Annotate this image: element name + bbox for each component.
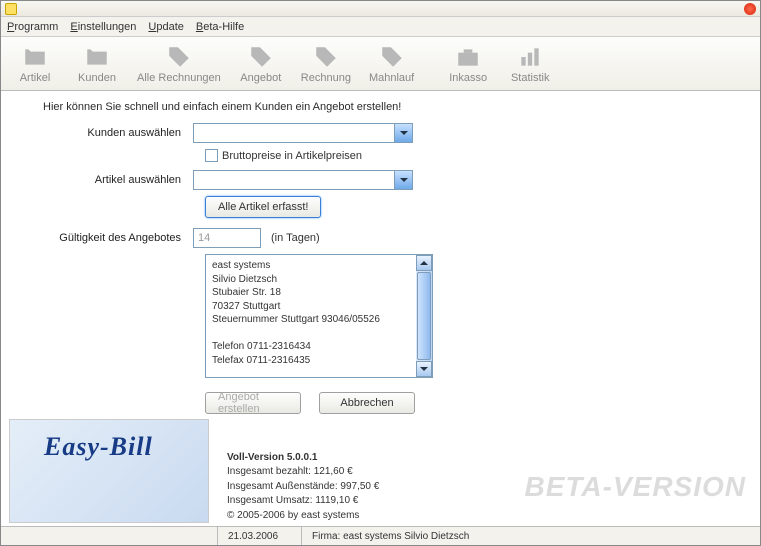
tool-label: Angebot (240, 72, 281, 84)
app-icon (5, 3, 17, 15)
version-outstanding: Insgesamt Außenstände: 997,50 € (227, 480, 379, 495)
scroll-down-icon[interactable] (416, 361, 432, 377)
address-textarea[interactable]: east systems Silvio Dietzsch Stubaier St… (205, 254, 433, 378)
chart-icon (517, 44, 543, 70)
tool-label: Artikel (20, 72, 51, 84)
folder-icon (22, 44, 48, 70)
artikel-label: Artikel auswählen (43, 174, 193, 186)
intro-text: Hier können Sie schnell und einfach eine… (43, 101, 718, 113)
angebot-erstellen-button[interactable]: Angebot erstellen (205, 392, 301, 414)
version-title: Voll-Version 5.0.0.1 (227, 451, 379, 466)
brutto-label: Bruttopreise in Artikelpreisen (222, 150, 362, 162)
menu-update[interactable]: Update (148, 21, 183, 33)
scroll-thumb[interactable] (417, 272, 431, 360)
statusbar: 21.03.2006 Firma: east systems Silvio Di… (1, 526, 760, 545)
gueltigkeit-unit: (in Tagen) (271, 232, 320, 244)
gueltigkeit-label: Gültigkeit des Angebotes (43, 232, 193, 244)
briefcase-icon (455, 44, 481, 70)
close-icon[interactable] (744, 3, 756, 15)
menubar: Programm Einstellungen Update Beta-Hilfe (1, 17, 760, 37)
version-paid: Insgesamt bezahlt: 121,60 € (227, 465, 379, 480)
tool-angebot[interactable]: Angebot (239, 44, 283, 84)
version-revenue: Insgesamt Umsatz: 1119,10 € (227, 494, 379, 509)
scrollbar[interactable] (416, 255, 432, 377)
tag-icon (379, 44, 405, 70)
tool-label: Alle Rechnungen (137, 72, 221, 84)
scroll-up-icon[interactable] (416, 255, 432, 271)
tool-mahnlauf[interactable]: Mahnlauf (369, 44, 414, 84)
menu-hilfe[interactable]: Beta-Hilfe (196, 21, 244, 33)
kunden-combobox[interactable] (193, 123, 413, 143)
status-date: 21.03.2006 (217, 527, 301, 545)
tag-icon (248, 44, 274, 70)
tool-statistik[interactable]: Statistik (508, 44, 552, 84)
titlebar (1, 1, 760, 17)
brutto-checkbox[interactable] (205, 149, 218, 162)
tool-rechnung[interactable]: Rechnung (301, 44, 351, 84)
logo: Easy-Bill (9, 419, 209, 523)
logo-text: Easy-Bill (44, 432, 153, 462)
tool-kunden[interactable]: Kunden (75, 44, 119, 84)
tag-icon (313, 44, 339, 70)
folder-icon (84, 44, 110, 70)
tool-label: Mahnlauf (369, 72, 414, 84)
tool-label: Kunden (78, 72, 116, 84)
tag-icon (166, 44, 192, 70)
tool-label: Rechnung (301, 72, 351, 84)
tool-artikel[interactable]: Artikel (13, 44, 57, 84)
main-content: Hier können Sie schnell und einfach eine… (1, 91, 760, 422)
tool-inkasso[interactable]: Inkasso (446, 44, 490, 84)
kunden-label: Kunden auswählen (43, 127, 193, 139)
chevron-down-icon[interactable] (394, 124, 412, 142)
version-copyright: © 2005-2006 by east systems (227, 509, 379, 524)
gueltigkeit-input[interactable]: 14 (193, 228, 261, 248)
chevron-down-icon[interactable] (394, 171, 412, 189)
beta-watermark: BETA-VERSION (525, 471, 747, 503)
artikel-combobox[interactable] (193, 170, 413, 190)
toolbar: Artikel Kunden Alle Rechnungen Angebot R… (1, 37, 760, 91)
status-firma: Firma: east systems Silvio Dietzsch (301, 527, 760, 545)
address-content: east systems Silvio Dietzsch Stubaier St… (206, 255, 416, 377)
tool-label: Inkasso (449, 72, 487, 84)
alle-artikel-button[interactable]: Alle Artikel erfasst! (205, 196, 321, 218)
tool-label: Statistik (511, 72, 550, 84)
tool-alle-rechnungen[interactable]: Alle Rechnungen (137, 44, 221, 84)
abbrechen-button[interactable]: Abbrechen (319, 392, 415, 414)
version-info: Voll-Version 5.0.0.1 Insgesamt bezahlt: … (227, 451, 379, 524)
menu-einstellungen[interactable]: Einstellungen (70, 21, 136, 33)
menu-programm[interactable]: Programm (7, 21, 58, 33)
